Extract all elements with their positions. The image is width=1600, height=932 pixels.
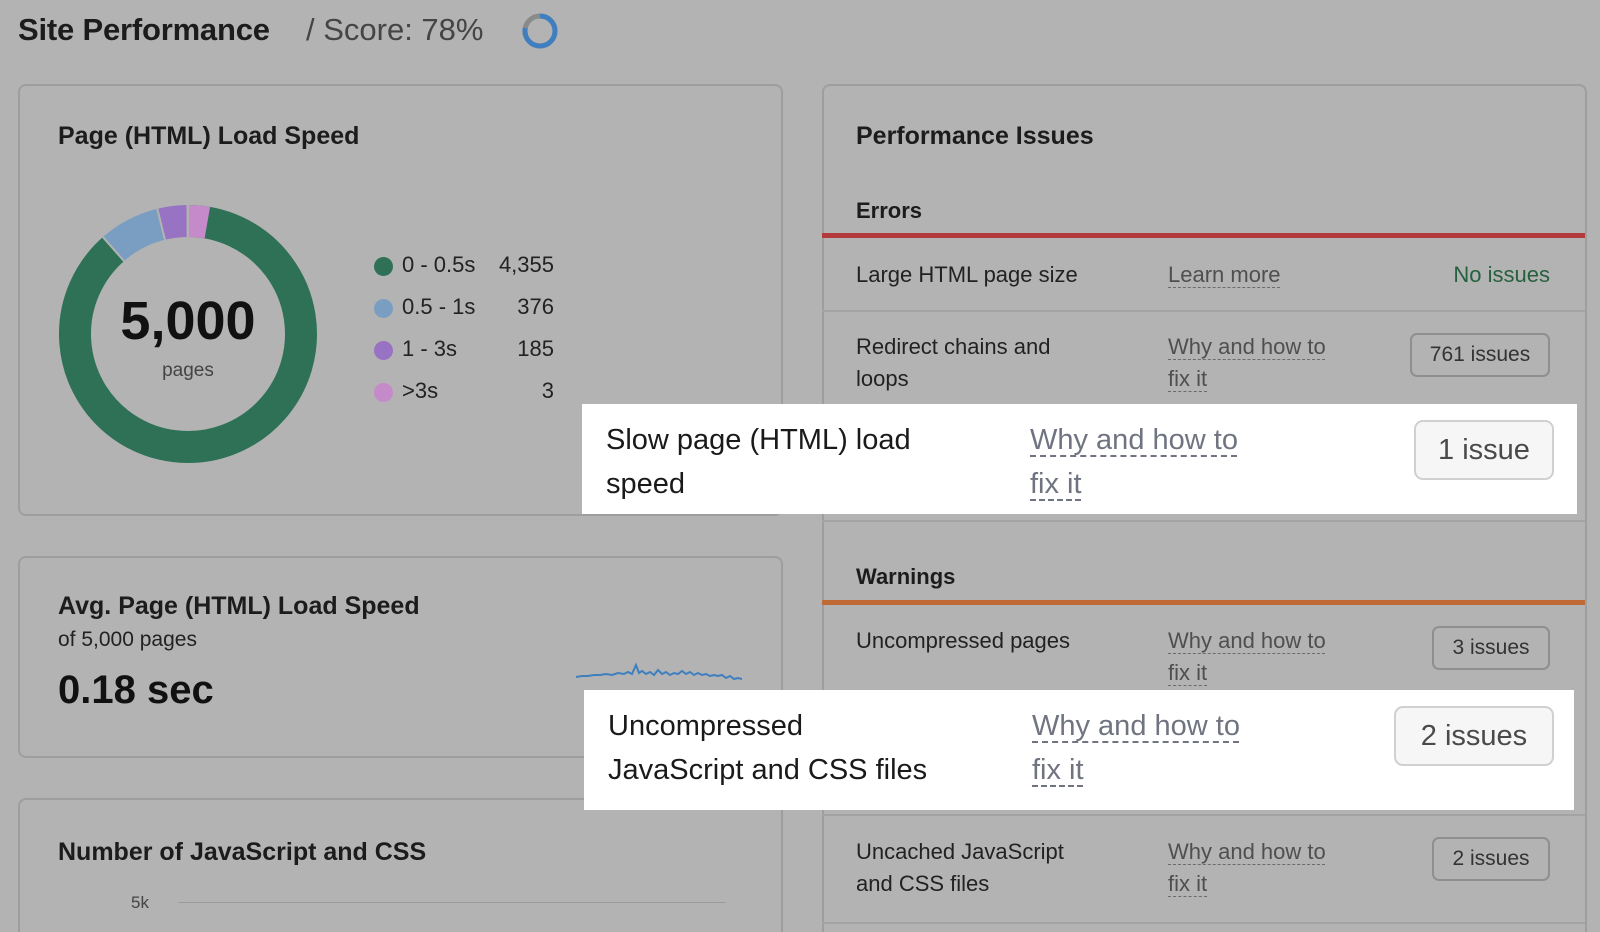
issue-name-highlighted: Uncompressed JavaScript and CSS files (608, 704, 927, 792)
issue-name-line: and CSS files (856, 871, 990, 896)
issue-name-line: Uncompressed (608, 710, 804, 742)
errors-bar (822, 233, 1585, 238)
link-line: Why and how to (1168, 839, 1326, 864)
legend-item-over-3s[interactable]: >3s 3 (374, 378, 554, 406)
link-line: fix it (1030, 468, 1082, 500)
issues-count-button[interactable]: 1 issue (1414, 420, 1554, 480)
issue-name-line: Uncached JavaScript (856, 839, 1064, 864)
legend-item-05-1s[interactable]: 0.5 - 1s 376 (374, 294, 554, 322)
avg-speed-value: 0.18 sec (58, 668, 214, 712)
issue-name-highlighted: Slow page (HTML) load speed (606, 418, 911, 506)
performance-issues-title: Performance Issues (856, 122, 1094, 150)
issue-name-line: loops (856, 366, 909, 391)
avg-speed-subtitle: of 5,000 pages (58, 628, 197, 651)
donut-total-label: pages (162, 360, 214, 381)
issue-name-line: JavaScript and CSS files (608, 754, 928, 786)
site-performance-page: Site Performance / Score: 78% Page (HTML… (0, 0, 1600, 932)
issues-count-button[interactable]: 761 issues (1410, 333, 1550, 377)
issue-name-line: Slow page (HTML) load (606, 424, 911, 456)
legend-value: 376 (517, 294, 554, 319)
status-no-issues: No issues (1453, 262, 1550, 287)
legend-value: 185 (517, 336, 554, 361)
donut-slice-05-1s[interactable] (102, 208, 166, 262)
link-line: fix it (1032, 754, 1084, 786)
row-divider (822, 922, 1585, 924)
link-line: fix it (1168, 366, 1208, 391)
legend-label: 0.5 - 1s (402, 294, 476, 319)
issue-name: Uncompressed pages (856, 628, 1071, 653)
js-css-title: Number of JavaScript and CSS (58, 838, 427, 866)
score-label: / Score: 78% (306, 12, 484, 47)
why-how-fix-link[interactable]: Why and how to fix it (1168, 836, 1326, 900)
why-how-fix-link[interactable]: Why and how to fix it (1030, 418, 1238, 506)
issues-count-button[interactable]: 2 issues (1394, 706, 1554, 766)
y-axis-tick: 5k (131, 893, 149, 912)
why-how-fix-link[interactable]: Why and how to fix it (1168, 331, 1326, 395)
legend-value: 3 (541, 378, 554, 403)
donut-slice-1-3s[interactable] (157, 205, 189, 240)
avg-speed-sparkline (576, 662, 742, 681)
score-ring-icon (522, 13, 558, 49)
link-line: Why and how to (1168, 334, 1326, 359)
legend-dot (374, 341, 393, 360)
link-line: Why and how to (1030, 424, 1238, 456)
load-speed-title: Page (HTML) Load Speed (58, 122, 360, 150)
warnings-bar (822, 600, 1585, 605)
row-divider (822, 310, 1585, 312)
learn-more-link[interactable]: Learn more (1168, 259, 1281, 291)
issue-name: Large HTML page size (856, 262, 1078, 287)
row-divider (822, 520, 1585, 522)
donut-slice-over-3s[interactable] (187, 205, 211, 239)
grid-line (178, 902, 726, 903)
legend-label: 1 - 3s (402, 336, 458, 361)
row-divider (822, 814, 1585, 816)
errors-heading: Errors (856, 198, 923, 223)
donut-total: 5,000 (120, 291, 256, 351)
issue-name: Uncached JavaScript and CSS files (856, 836, 1064, 900)
link-line: fix it (1168, 660, 1208, 685)
legend-item-0-05s[interactable]: 0 - 0.5s 4,355 (374, 252, 554, 280)
legend-item-1-3s[interactable]: 1 - 3s 185 (374, 336, 554, 364)
legend-dot (374, 257, 393, 276)
why-how-fix-link[interactable]: Why and how to fix it (1032, 704, 1240, 792)
issue-name-line: speed (606, 468, 686, 500)
page-title: Site Performance (18, 12, 270, 47)
issue-name-line: Redirect chains and (856, 334, 1051, 359)
legend-label: 0 - 0.5s (402, 252, 476, 277)
why-how-fix-link[interactable]: Why and how to fix it (1168, 625, 1326, 689)
issue-name: Redirect chains and loops (856, 331, 1050, 395)
issues-count-button[interactable]: 3 issues (1432, 626, 1550, 670)
legend-value: 4,355 (498, 252, 554, 277)
avg-speed-title: Avg. Page (HTML) Load Speed (58, 592, 420, 620)
warnings-heading: Warnings (856, 564, 956, 589)
legend-dot (374, 383, 393, 402)
link-line: Why and how to (1032, 710, 1240, 742)
link-line: Why and how to (1168, 628, 1326, 653)
legend-dot (374, 299, 393, 318)
legend-label: >3s (402, 378, 439, 403)
link-line: fix it (1168, 871, 1208, 896)
issues-count-button[interactable]: 2 issues (1432, 837, 1550, 881)
